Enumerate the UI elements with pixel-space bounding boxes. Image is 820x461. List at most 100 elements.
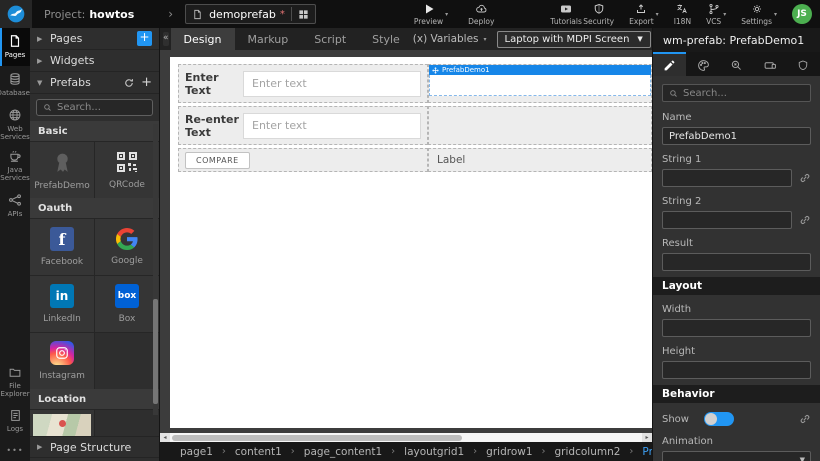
tab-script[interactable]: Script — [301, 28, 359, 50]
scroll-left-arrow[interactable]: ◂ — [160, 433, 170, 442]
enter-text-input[interactable] — [243, 71, 421, 97]
rail-item-file-explorer[interactable]: File Explorer — [0, 362, 30, 402]
scrollbar-thumb[interactable] — [153, 299, 158, 404]
bind-string1-button[interactable] — [799, 172, 811, 184]
scrollbar-track[interactable] — [170, 433, 642, 442]
grid-cell-enter-text[interactable]: Enter Text — [178, 64, 428, 103]
section-page-structure[interactable]: ▶ Page Structure — [30, 436, 159, 458]
height-input[interactable] — [662, 361, 811, 379]
prefab-tile-instagram[interactable]: Instagram — [30, 333, 94, 389]
prefab-tile-qrcode[interactable]: QRCode — [95, 142, 159, 198]
left-panel-scrollbar[interactable] — [153, 124, 158, 415]
grid-cell-prefab[interactable]: PrefabDemo1 — [428, 64, 652, 103]
scrollbar-thumb[interactable] — [172, 435, 462, 441]
page-selector[interactable]: demoprefab * — [185, 4, 316, 24]
tab-design[interactable]: Design — [171, 28, 235, 50]
grid-cell-reenter-text[interactable]: Re-enter Text — [178, 106, 428, 145]
prefab-tile-google[interactable]: Google — [95, 219, 159, 275]
prefab-tile-linkedin[interactable]: in LinkedIn — [30, 276, 94, 332]
rail-spacer — [0, 224, 30, 362]
grid-cell-empty[interactable] — [428, 106, 652, 145]
string1-input[interactable] — [662, 169, 792, 187]
prefab-tile-prefabdemo[interactable]: PrefabDemo — [30, 142, 94, 198]
field-label[interactable]: Re-enter Text — [179, 113, 243, 139]
show-toggle[interactable] — [704, 412, 734, 426]
grid-cell-label[interactable]: Label — [428, 148, 652, 172]
breadcrumb-separator: › — [629, 446, 633, 457]
grid-view-icon[interactable] — [298, 9, 309, 20]
section-widgets[interactable]: ▶ Widgets — [30, 50, 159, 72]
prefab-tile-box[interactable]: box Box — [95, 276, 159, 332]
chevron-down-icon[interactable]: ▾ — [445, 11, 448, 18]
pages-icon — [8, 34, 22, 48]
canvas-horizontal-scrollbar[interactable]: ◂ ▸ — [160, 432, 652, 442]
settings-button[interactable]: Settings — [741, 3, 772, 26]
rail-more-button[interactable]: ••• — [0, 440, 30, 461]
label-widget[interactable]: Label — [437, 154, 465, 166]
breadcrumb-item[interactable]: page1 — [180, 446, 213, 458]
reenter-text-input[interactable] — [243, 113, 421, 139]
import-prefab-button[interactable]: + — [141, 75, 152, 90]
string2-input[interactable] — [662, 211, 792, 229]
bind-show-button[interactable] — [799, 413, 811, 425]
refresh-prefabs-button[interactable] — [123, 77, 135, 89]
breadcrumb-item[interactable]: gridcolumn2 — [555, 446, 621, 458]
export-button[interactable]: Export — [629, 3, 654, 26]
field-label[interactable]: Enter Text — [179, 71, 243, 97]
deploy-button[interactable]: Deploy — [468, 3, 494, 26]
breadcrumb-item[interactable]: page_content1 — [304, 446, 382, 458]
properties-search[interactable] — [662, 84, 811, 102]
tab-events[interactable] — [720, 52, 753, 76]
string1-label: String 1 — [662, 154, 811, 165]
breadcrumb-item[interactable]: gridrow1 — [486, 446, 532, 458]
tab-security[interactable] — [787, 52, 820, 76]
rail-item-logs[interactable]: Logs — [0, 402, 30, 440]
grid-cell-compare[interactable]: COMPARE — [178, 148, 428, 172]
bind-string2-button[interactable] — [799, 214, 811, 226]
user-avatar[interactable]: JS — [792, 4, 812, 24]
section-prefabs[interactable]: ▼ Prefabs + — [30, 72, 159, 94]
preview-button[interactable]: Preview — [414, 3, 443, 26]
group-basic: Basic — [30, 121, 159, 141]
prefab-search[interactable] — [36, 99, 153, 116]
tab-style[interactable]: Style — [359, 28, 413, 50]
tutorials-button[interactable]: Tutorials — [550, 3, 581, 26]
result-input[interactable] — [662, 253, 811, 271]
selected-widget-handle[interactable]: PrefabDemo1 — [429, 65, 651, 75]
add-page-button[interactable]: + — [137, 31, 152, 46]
prefab-tile-facebook[interactable]: f Facebook — [30, 219, 94, 275]
wavemaker-logo[interactable] — [0, 0, 32, 28]
prefab-search-input[interactable] — [57, 102, 146, 113]
section-pages[interactable]: ▶ Pages + — [30, 28, 159, 50]
chevron-down-icon[interactable]: ▾ — [656, 11, 659, 18]
name-input[interactable] — [662, 127, 811, 145]
rail-item-java-services[interactable]: Java Services — [0, 145, 30, 186]
animation-select[interactable]: ▼ — [662, 451, 811, 461]
prefab-tile-map[interactable] — [30, 410, 94, 436]
variables-button[interactable]: (x) Variables ▾ — [413, 33, 487, 45]
tab-markup[interactable]: Markup — [235, 28, 302, 50]
i18n-button[interactable]: I18N — [674, 3, 691, 26]
rail-item-pages[interactable]: Pages — [0, 28, 30, 66]
tab-devices[interactable] — [753, 52, 786, 76]
compare-button[interactable]: COMPARE — [185, 152, 250, 169]
scroll-right-arrow[interactable]: ▸ — [642, 433, 652, 442]
rail-item-databases[interactable]: Databases — [0, 66, 30, 104]
design-canvas[interactable]: Enter Text PrefabDemo1 — [170, 57, 652, 428]
tab-properties[interactable] — [653, 52, 686, 76]
rail-item-apis[interactable]: APIs — [0, 186, 30, 224]
tab-styles[interactable] — [686, 52, 719, 76]
device-selector[interactable]: Laptop with MDPI Screen ▼ — [497, 31, 651, 48]
rail-item-web-services[interactable]: Web Services — [0, 104, 30, 145]
collapse-left-panel-button[interactable]: « — [163, 32, 169, 46]
breadcrumb-item[interactable]: content1 — [235, 446, 282, 458]
breadcrumb-item[interactable]: layoutgrid1 — [404, 446, 464, 458]
width-input[interactable] — [662, 319, 811, 337]
divider — [291, 7, 292, 21]
chevron-down-icon[interactable]: ▾ — [774, 11, 777, 18]
selected-widget-body[interactable] — [429, 75, 651, 96]
chevron-down-icon[interactable]: ▾ — [723, 11, 726, 18]
vcs-button[interactable]: VCS — [706, 3, 721, 26]
security-button[interactable]: Security — [583, 3, 614, 26]
properties-search-input[interactable] — [683, 88, 804, 99]
